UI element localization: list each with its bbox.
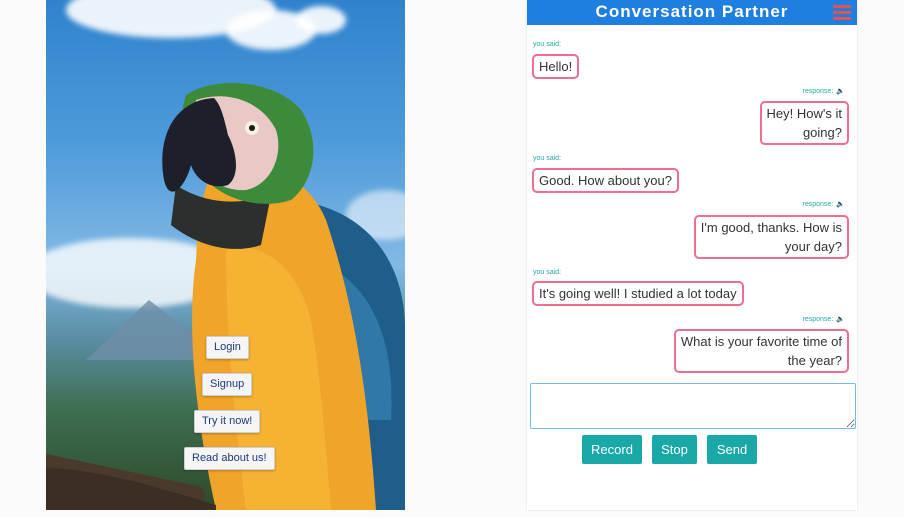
you-said-label: you said: — [533, 155, 562, 162]
read-about-us-button[interactable]: Read about us! — [184, 447, 275, 470]
chat-panel: Conversation Partner you said: Hello! re… — [527, 0, 857, 510]
message-line: your day? — [784, 239, 842, 254]
response-meta: response: 🔈 — [803, 200, 845, 209]
user-message-bubble: It's going well! I studied a lot today — [532, 281, 744, 306]
message-input[interactable] — [530, 383, 856, 429]
app-title: Conversation Partner — [595, 2, 789, 21]
message-line: Hey! How's it — [766, 106, 842, 121]
response-label: response: — [802, 316, 834, 323]
speaker-icon[interactable]: 🔈 — [836, 200, 845, 209]
you-said-label: you said: — [533, 41, 562, 48]
stop-button[interactable]: Stop — [652, 435, 697, 464]
record-button[interactable]: Record — [582, 435, 642, 464]
response-label: response: — [802, 201, 834, 208]
chat-header: Conversation Partner — [527, 0, 857, 25]
speaker-icon[interactable]: 🔈 — [836, 315, 845, 324]
response-message-bubble: What is your favorite time of the year? — [673, 329, 849, 373]
you-said-label: you said: — [533, 269, 562, 276]
message-text: Good. How about you? — [539, 173, 672, 188]
login-button[interactable]: Login — [206, 336, 249, 359]
message-line: What is your favorite time of — [680, 334, 842, 349]
message-line: the year? — [787, 353, 842, 368]
user-message-bubble: Hello! — [532, 54, 580, 79]
try-it-now-button[interactable]: Try it now! — [194, 410, 261, 433]
response-meta: response: 🔈 — [803, 87, 845, 96]
message-line: I'm good, thanks. How is — [700, 220, 842, 235]
landing-panel: Login Signup Try it now! Read about us! — [46, 0, 405, 510]
message-text: Hello! — [539, 59, 573, 74]
user-message-bubble: Good. How about you? — [532, 168, 679, 193]
response-message-bubble: I'm good, thanks. How is your day? — [693, 215, 849, 259]
response-meta: response: 🔈 — [803, 315, 845, 324]
signup-button[interactable]: Signup — [202, 373, 253, 396]
parrot-photo — [46, 83, 405, 510]
message-line: going? — [802, 125, 842, 140]
speaker-icon[interactable]: 🔈 — [836, 87, 845, 96]
message-text: It's going well! I studied a lot today — [539, 286, 737, 301]
response-label: response: — [802, 88, 834, 95]
hamburger-menu-icon[interactable] — [833, 5, 851, 21]
send-button[interactable]: Send — [707, 435, 757, 464]
response-message-bubble: Hey! How's it going? — [759, 101, 849, 145]
